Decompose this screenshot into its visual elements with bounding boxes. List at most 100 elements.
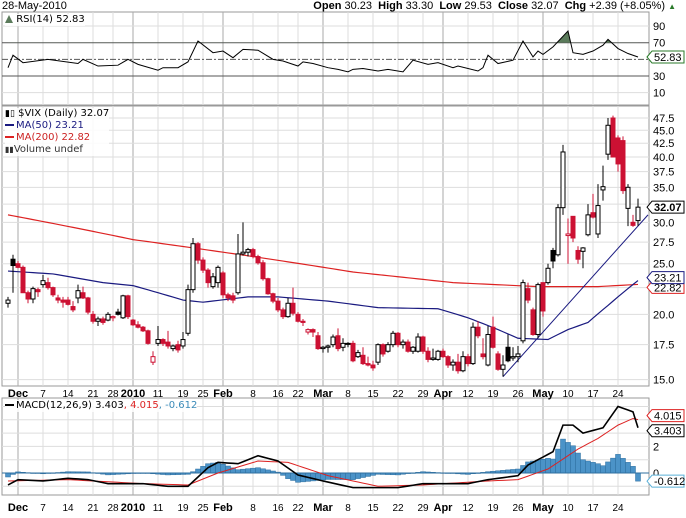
macd-histogram-bar	[600, 465, 606, 474]
macd-histogram-bar	[625, 462, 631, 474]
macd-legend-text: MACD(12,26,9) 3.403	[16, 400, 124, 411]
macd-signal-tag: 4.015	[646, 409, 685, 423]
candle-body	[240, 251, 246, 255]
macd-histogram-bar	[240, 468, 246, 474]
candle-body	[400, 341, 406, 346]
x-axis-label: 8	[345, 389, 351, 400]
x-axis-label: 19	[487, 389, 499, 400]
x-axis-label: Apr	[434, 388, 454, 400]
candle	[190, 237, 196, 293]
candle	[530, 307, 536, 336]
candle-body	[310, 329, 316, 333]
candle-body	[505, 346, 511, 362]
candle-body	[150, 356, 156, 363]
candle-body	[255, 256, 261, 264]
candle-body	[45, 282, 51, 289]
macd-histogram-bar	[515, 468, 521, 474]
x-axis-label: Dec	[8, 502, 28, 514]
x-axis-label: 21	[87, 389, 99, 400]
candle-body	[320, 346, 326, 350]
candle-body	[575, 249, 581, 260]
candle-body	[40, 280, 46, 286]
open-value: 30.23	[344, 0, 373, 12]
close-label: Close	[498, 0, 528, 12]
x-axis-label: 22	[292, 389, 304, 400]
candle-body	[475, 326, 481, 337]
stock-chart: DecDec7714142121282820102010111119192525…	[1, 11, 685, 514]
candle-body	[445, 356, 451, 366]
candle-body	[620, 140, 626, 192]
candle-body	[420, 336, 426, 352]
candle-body	[10, 258, 16, 267]
rsi-axis-label: 90	[653, 21, 665, 33]
candle-body	[540, 282, 546, 312]
ma50-value-tag-text: 23.21	[654, 273, 682, 285]
candle-body	[565, 233, 571, 237]
x-axis-label: 19	[487, 503, 499, 514]
candle	[145, 329, 151, 345]
price-axis-label: 30.0	[653, 217, 674, 229]
candle	[520, 279, 526, 344]
candle-body	[480, 353, 486, 358]
candle-body	[440, 350, 446, 358]
candle-body	[20, 266, 26, 294]
candle-body	[370, 364, 376, 369]
volume-bars-icon: ▮▮	[5, 145, 14, 154]
candle-body	[290, 302, 296, 314]
price-axis-label: 17.5	[653, 340, 674, 352]
candle-body	[515, 353, 521, 358]
candle-body	[50, 287, 56, 296]
candle-body	[300, 320, 306, 323]
x-axis-label: 25	[197, 389, 209, 400]
candle-body	[95, 318, 101, 322]
ma50-legend-row: MA(50) 23.21	[5, 120, 109, 132]
x-axis-label: 7	[40, 389, 46, 400]
candle-body	[235, 253, 241, 294]
rsi-legend-text: RSI(14) 52.83	[16, 14, 85, 25]
macd-histogram-bar	[245, 468, 251, 474]
x-axis-label: Apr	[434, 502, 454, 514]
x-axis-label: 12	[462, 503, 474, 514]
macd-histogram-bar	[535, 459, 541, 474]
candle-body	[615, 137, 621, 165]
candle-body	[430, 357, 436, 360]
price-axis-label: 42.5	[653, 138, 674, 150]
candle-body	[145, 330, 151, 344]
candle-body	[215, 266, 221, 284]
candle-body	[115, 311, 121, 315]
candle-body	[460, 356, 466, 372]
candle-body	[260, 262, 266, 280]
candle-body	[355, 352, 361, 358]
macd-axis-label: 2	[653, 441, 659, 453]
candle-body	[625, 186, 631, 209]
macd-histogram-bar	[360, 472, 366, 478]
candle-body	[535, 284, 541, 336]
candle	[555, 204, 561, 257]
macd-histogram-bar	[565, 442, 571, 474]
candle-body	[450, 361, 456, 366]
macd-histogram-bar	[560, 438, 566, 474]
candle-body	[635, 206, 641, 222]
ohlc-summary: Open 30.23 High 33.30 Low 29.53 Close 32…	[313, 0, 676, 13]
x-axis-label: 17	[587, 503, 599, 514]
rsi-axis-label: 70	[653, 38, 665, 50]
macd-histogram-bar	[255, 467, 261, 474]
macd-histogram-bar	[570, 445, 576, 474]
candle-body	[200, 259, 206, 271]
x-axis-label: 2010	[121, 502, 145, 514]
candle-body	[610, 117, 616, 158]
macd-histogram-bar	[195, 468, 201, 474]
x-axis-label: 29	[417, 503, 429, 514]
candle-body	[530, 309, 536, 336]
candle-body	[210, 276, 216, 288]
candle-body	[395, 332, 401, 346]
candle-body	[335, 335, 341, 350]
candle-body	[550, 249, 556, 262]
candle-body	[245, 249, 251, 253]
candle-body	[160, 339, 166, 344]
close-value-tag: 32.07	[646, 200, 685, 214]
macd-histogram-bar	[345, 472, 351, 480]
candle	[620, 136, 626, 194]
macd-histogram-bar	[355, 472, 361, 479]
x-axis-label: 2010	[121, 388, 145, 400]
